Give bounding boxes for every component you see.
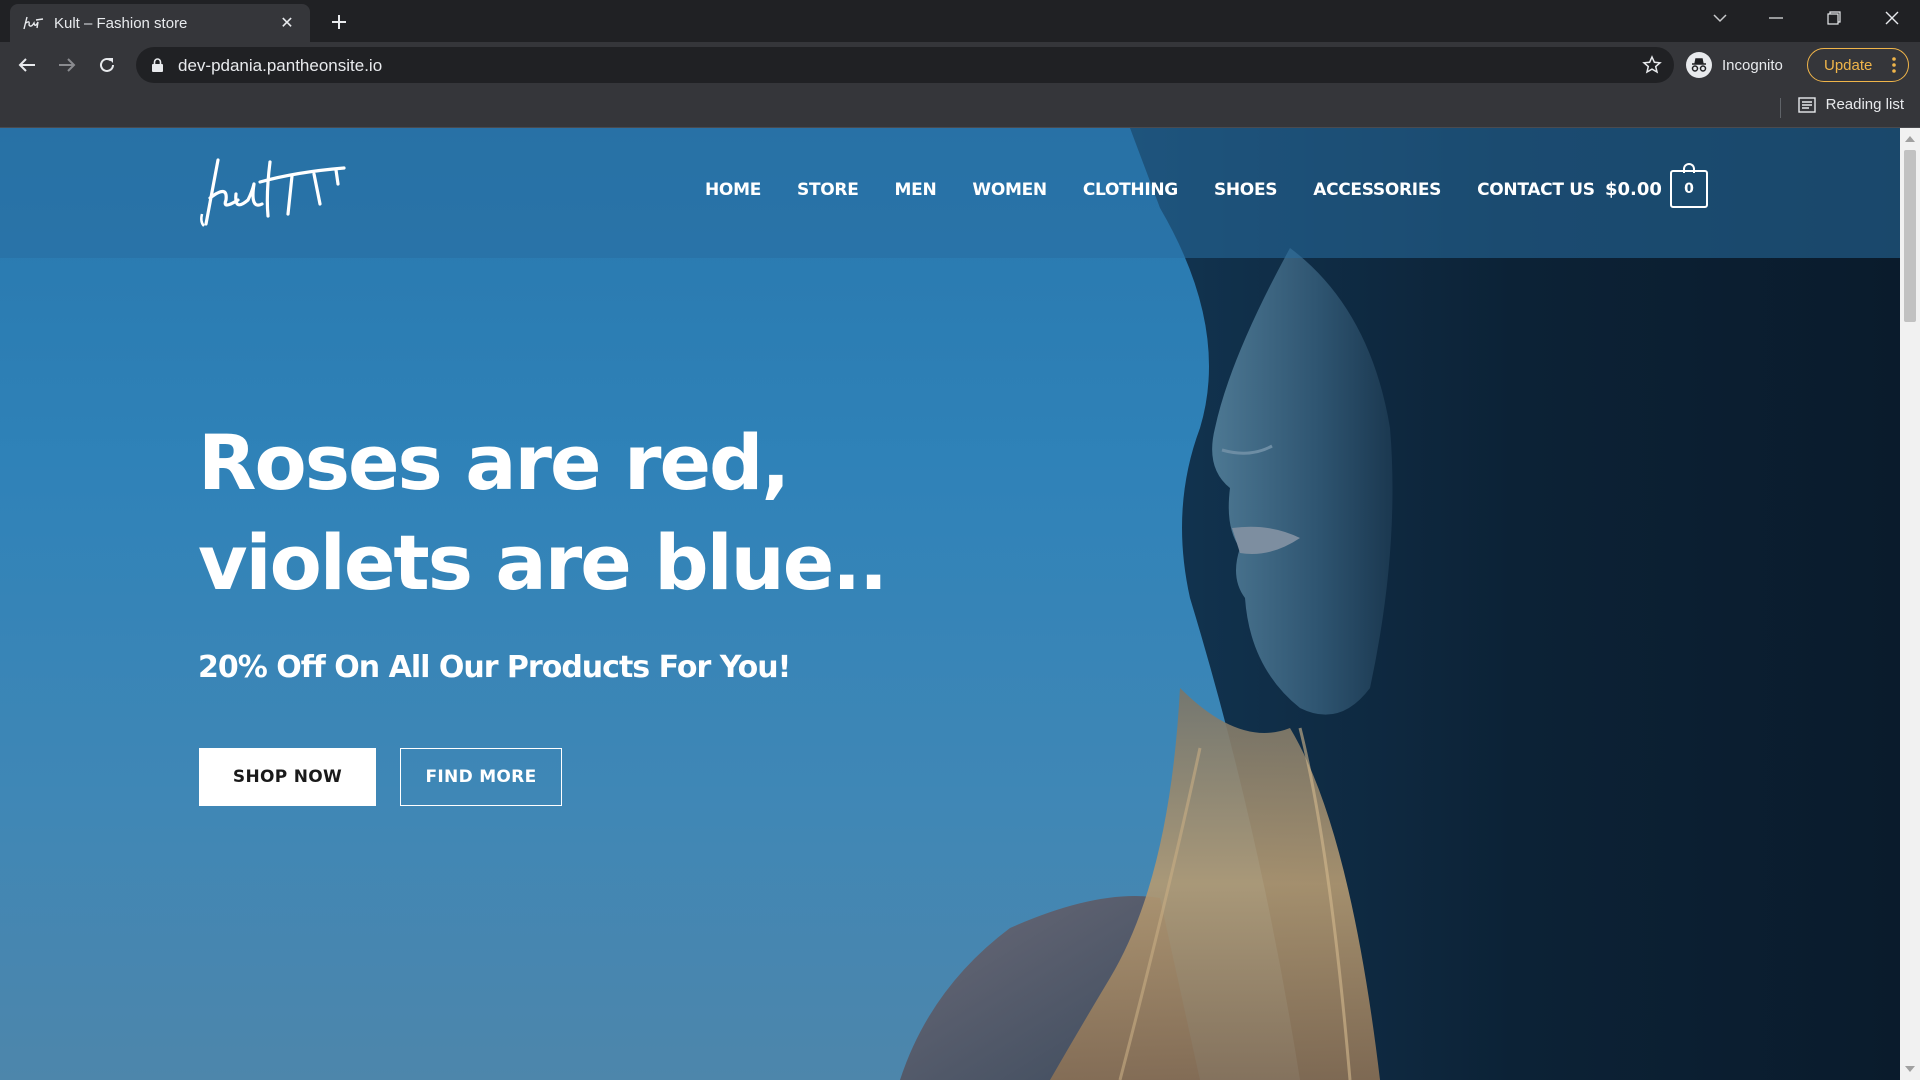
browser-toolbar: dev-pdania.pantheonsite.io Incognito Upd… bbox=[0, 42, 1920, 88]
page-scrollbar[interactable] bbox=[1900, 128, 1920, 1080]
browser-tab[interactable]: Kult – Fashion store ✕ bbox=[10, 4, 310, 42]
forward-arrow-icon[interactable] bbox=[51, 49, 83, 81]
browser-tab-strip: Kult – Fashion store ✕ bbox=[0, 0, 1920, 42]
nav-accessories[interactable]: ACCESSORIES bbox=[1313, 180, 1441, 200]
reading-list-button[interactable]: Reading list bbox=[1797, 96, 1904, 113]
incognito-label: Incognito bbox=[1722, 56, 1783, 74]
nav-men[interactable]: MEN bbox=[895, 180, 937, 200]
hero-headline-line-1: Roses are red, bbox=[198, 418, 790, 507]
hero-headline: Roses are red, violets are blue.. bbox=[198, 413, 918, 613]
lock-icon bbox=[152, 58, 163, 72]
nav-women[interactable]: WOMEN bbox=[972, 180, 1047, 200]
main-navigation: HOME STORE MEN WOMEN CLOTHING SHOES ACCE… bbox=[705, 180, 1631, 200]
cart-count: 0 bbox=[1684, 181, 1694, 197]
update-label: Update bbox=[1824, 56, 1873, 74]
incognito-icon bbox=[1686, 52, 1712, 78]
tab-close-icon[interactable]: ✕ bbox=[276, 12, 298, 34]
page-viewport: HOME STORE MEN WOMEN CLOTHING SHOES ACCE… bbox=[0, 128, 1900, 1080]
kult-favicon-icon bbox=[23, 16, 44, 30]
update-button[interactable]: Update bbox=[1807, 48, 1909, 82]
kebab-menu-icon bbox=[1892, 57, 1896, 73]
bag-handle bbox=[1682, 163, 1695, 173]
new-tab-icon[interactable] bbox=[325, 8, 353, 36]
cart-link[interactable]: $0.00 0 bbox=[1605, 163, 1708, 208]
minimize-icon[interactable] bbox=[1748, 0, 1804, 36]
reading-list-icon bbox=[1797, 96, 1816, 113]
shop-now-button[interactable]: SHOP NOW bbox=[199, 748, 376, 806]
bookmark-star-icon[interactable] bbox=[1642, 55, 1662, 75]
close-window-icon[interactable] bbox=[1864, 0, 1920, 36]
scroll-down-arrow-icon[interactable] bbox=[1905, 1066, 1915, 1072]
cart-total: $0.00 bbox=[1605, 178, 1662, 200]
reload-icon[interactable] bbox=[91, 49, 123, 81]
scroll-up-arrow-icon[interactable] bbox=[1905, 136, 1915, 142]
back-arrow-icon[interactable] bbox=[11, 49, 43, 81]
tab-title: Kult – Fashion store bbox=[54, 14, 188, 32]
scrollbar-thumb[interactable] bbox=[1904, 150, 1916, 322]
reading-list-label: Reading list bbox=[1825, 96, 1904, 113]
hero-subheadline: 20% Off On All Our Products For You! bbox=[198, 650, 791, 685]
bookmarks-bar: Reading list bbox=[0, 88, 1920, 128]
nav-home[interactable]: HOME bbox=[705, 180, 761, 200]
nav-clothing[interactable]: CLOTHING bbox=[1083, 180, 1178, 200]
find-more-button[interactable]: FIND MORE bbox=[400, 748, 562, 806]
nav-store[interactable]: STORE bbox=[797, 180, 859, 200]
tab-search-chevron-icon[interactable] bbox=[1692, 0, 1748, 36]
nav-contact-us[interactable]: CONTACT US bbox=[1477, 180, 1595, 200]
url-text: dev-pdania.pantheonsite.io bbox=[178, 56, 383, 75]
kult-logo[interactable] bbox=[196, 154, 352, 234]
nav-shoes[interactable]: SHOES bbox=[1214, 180, 1278, 200]
restore-icon[interactable] bbox=[1806, 0, 1862, 36]
incognito-indicator[interactable]: Incognito bbox=[1686, 47, 1783, 83]
bookmarks-divider bbox=[1780, 98, 1781, 118]
hero-headline-line-2: violets are blue.. bbox=[198, 518, 888, 607]
site-header: HOME STORE MEN WOMEN CLOTHING SHOES ACCE… bbox=[0, 128, 1900, 258]
address-bar[interactable]: dev-pdania.pantheonsite.io bbox=[136, 47, 1674, 83]
shopping-bag-icon: 0 bbox=[1669, 163, 1708, 208]
